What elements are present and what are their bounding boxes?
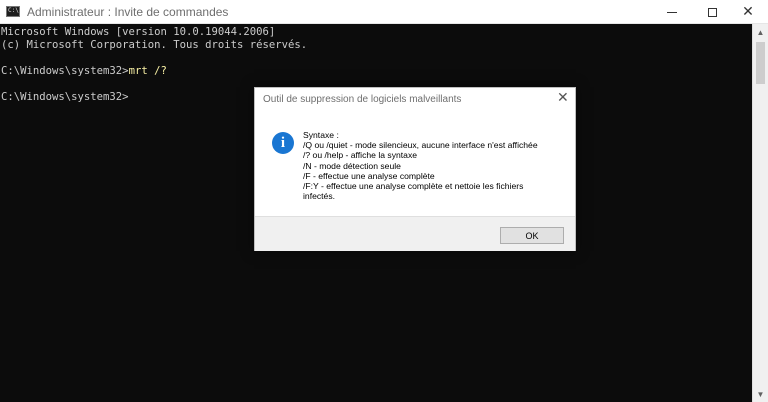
message-dialog: Outil de suppression de logiciels malvei… bbox=[254, 87, 576, 251]
dialog-message-line: /? ou /help - affiche la syntaxe bbox=[303, 150, 418, 161]
dialog-message-line: infectés. bbox=[303, 191, 336, 202]
dialog-message-line: /F:Y - effectue une analyse complète et … bbox=[303, 181, 524, 192]
console-prompt: C:\Windows\system32> bbox=[1, 65, 129, 77]
info-icon: i bbox=[272, 132, 294, 154]
window-titlebar[interactable]: C:\ Administrateur : Invite de commandes… bbox=[0, 0, 768, 24]
dialog-message-line: /N - mode détection seule bbox=[303, 160, 401, 171]
dialog-title: Outil de suppression de logiciels malvei… bbox=[263, 94, 462, 105]
console-line: (c) Microsoft Corporation. Tous droits r… bbox=[1, 39, 308, 51]
scroll-down-arrow-icon[interactable]: ▼ bbox=[753, 386, 768, 402]
dialog-message-line: Syntaxe : bbox=[303, 130, 339, 140]
ok-button[interactable]: OK bbox=[500, 227, 564, 244]
scroll-up-arrow-icon[interactable]: ▲ bbox=[753, 24, 768, 40]
window-title: Administrateur : Invite de commandes bbox=[27, 5, 229, 19]
vertical-scrollbar[interactable]: ▲ ▼ bbox=[752, 24, 768, 402]
cmd-app-icon-text: C:\ bbox=[8, 7, 19, 14]
dialog-message-line: /F - effectue une analyse complète bbox=[303, 170, 435, 181]
dialog-footer: OK bbox=[255, 216, 575, 251]
maximize-icon bbox=[707, 7, 717, 17]
minimize-button[interactable] bbox=[652, 0, 692, 24]
close-icon: ✕ bbox=[742, 4, 754, 20]
cmd-app-icon[interactable]: C:\ bbox=[6, 6, 20, 17]
console-line: Microsoft Windows [version 10.0.19044.20… bbox=[1, 26, 276, 38]
scroll-thumb[interactable] bbox=[756, 42, 765, 84]
dialog-close-icon[interactable]: ✕ bbox=[557, 91, 569, 105]
console-prompt: C:\Windows\system32> bbox=[1, 91, 129, 103]
minimize-icon bbox=[667, 11, 677, 13]
dialog-message: Syntaxe : /Q ou /quiet - mode silencieux… bbox=[303, 130, 571, 201]
maximize-button[interactable] bbox=[692, 0, 732, 24]
dialog-message-line: /Q ou /quiet - mode silencieux, aucune i… bbox=[303, 140, 538, 151]
console-command: mrt /? bbox=[128, 65, 167, 77]
close-button[interactable]: ✕ bbox=[728, 0, 768, 24]
